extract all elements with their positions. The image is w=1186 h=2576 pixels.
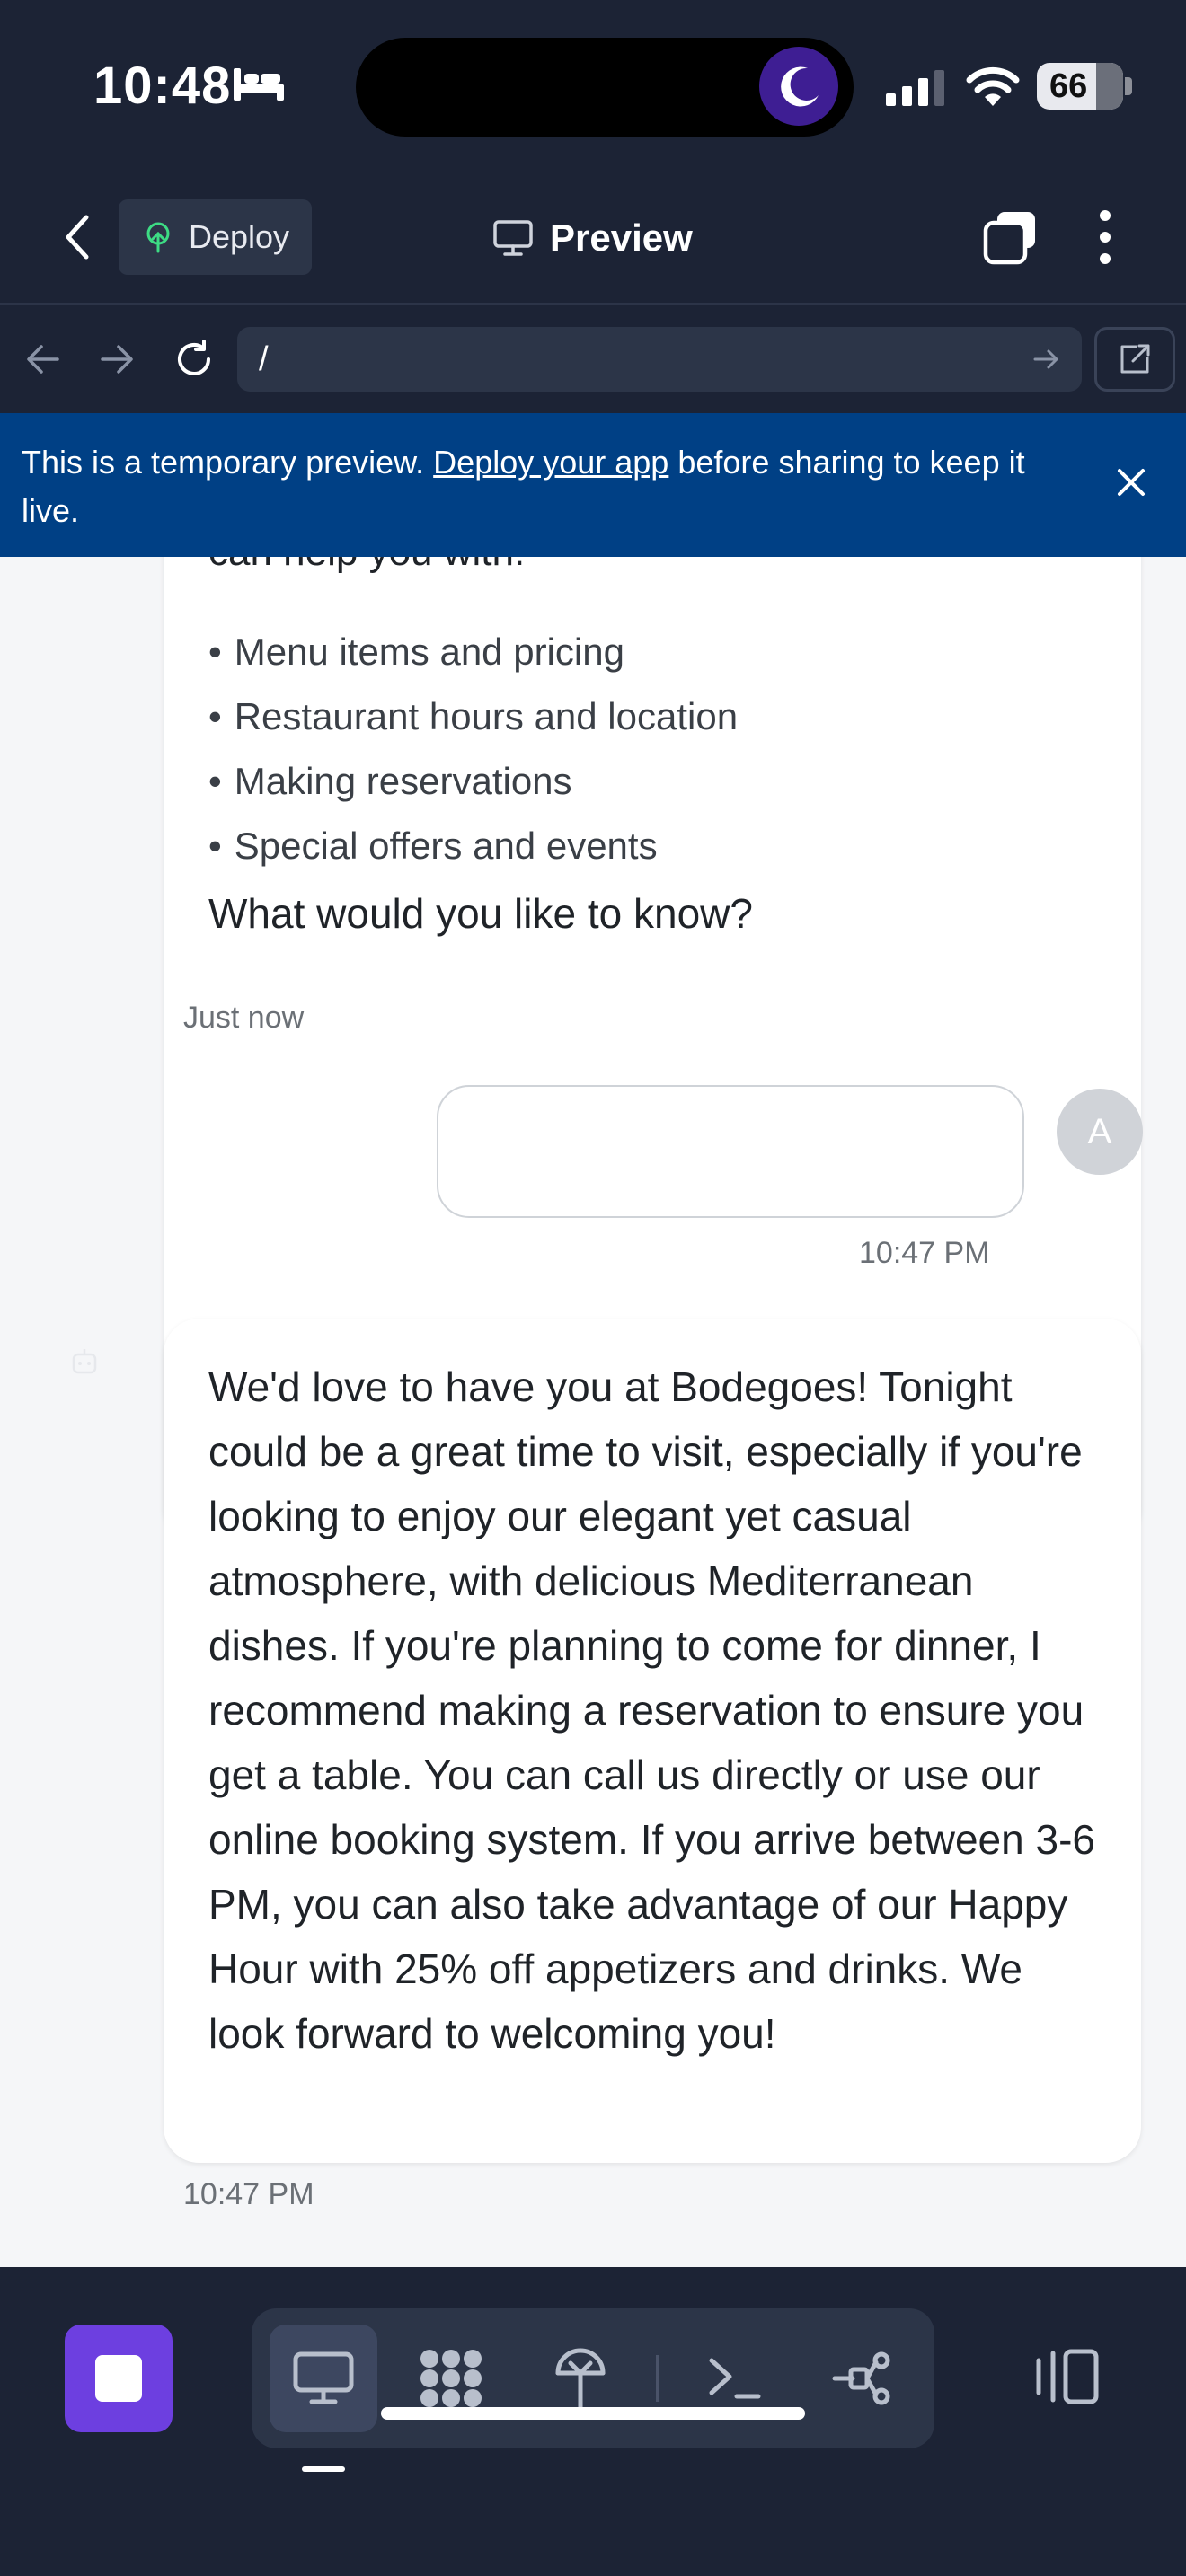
deploy-icon (146, 222, 170, 253)
reload-icon (178, 340, 210, 375)
deploy-button[interactable]: Deploy (119, 199, 312, 275)
go-arrow-icon[interactable] (1026, 340, 1066, 379)
split-pane-icon[interactable] (1031, 2341, 1103, 2413)
cellular-signal-icon (886, 70, 944, 106)
stop-button[interactable] (65, 2325, 173, 2432)
arrow-right-icon (101, 345, 133, 374)
browser-forward-button[interactable] (90, 332, 144, 386)
git-branch-icon (832, 2351, 890, 2405)
message-timestamp: Just now (183, 1001, 305, 1035)
bot-icon (72, 1349, 97, 1374)
list-item: Making reservations (208, 749, 738, 814)
active-tab-indicator (302, 2466, 345, 2472)
bed-icon (234, 68, 284, 101)
kebab-dot (1100, 253, 1111, 264)
message-timestamp: 10:47 PM (859, 1236, 990, 1270)
deploy-app-link[interactable]: Deploy your app (433, 444, 668, 481)
bot-reply-text: We'd love to have you at Bodegoes! Tonig… (208, 1363, 1095, 2057)
battery-indicator: 66 (1037, 63, 1123, 110)
list-item: Restaurant hours and location (208, 684, 738, 749)
avatar: A (1057, 1089, 1143, 1175)
battery-level: 66 (1049, 66, 1088, 105)
monitor-icon (293, 2351, 354, 2404)
close-icon[interactable] (1109, 460, 1154, 505)
url-bar: / (0, 305, 1186, 413)
bot-help-list: Menu items and pricing Restaurant hours … (208, 620, 738, 878)
moon-icon (759, 47, 838, 126)
browser-back-button[interactable] (16, 332, 70, 386)
deploy-label: Deploy (189, 218, 290, 255)
grid-blob-icon (420, 2350, 482, 2407)
wifi-icon (966, 66, 1020, 106)
deploy-icon (555, 2348, 606, 2410)
tabs-icon[interactable] (981, 208, 1039, 266)
back-button[interactable] (52, 208, 102, 266)
monitor-icon (493, 220, 533, 256)
preview-title: Preview (492, 207, 693, 269)
chevron-left-icon (66, 215, 89, 260)
bot-question: What would you like to know? (208, 890, 753, 937)
tool-separator (656, 2355, 659, 2402)
page-title: Preview (550, 216, 693, 259)
temporary-preview-banner: This is a temporary preview. Deploy your… (0, 413, 1186, 557)
home-indicator[interactable] (381, 2407, 805, 2420)
list-item: Special offers and events (208, 814, 738, 878)
url-path: / (259, 340, 269, 378)
tool-tabs (252, 2308, 934, 2448)
battery-cap (1125, 77, 1132, 95)
chat-area[interactable]: can help you with: Menu items and pricin… (0, 557, 1186, 2267)
kebab-dot (1100, 210, 1111, 221)
url-input[interactable]: / (237, 327, 1082, 392)
bottom-toolbar (0, 2267, 1186, 2576)
tab-git[interactable] (809, 2325, 916, 2432)
status-time: 10:48 (93, 57, 232, 115)
top-navigation: Deploy Preview (0, 171, 1186, 305)
bot-message-partial: can help you with: (208, 557, 525, 575)
terminal-icon (709, 2358, 761, 2399)
arrow-left-icon (27, 345, 59, 374)
kebab-dot (1100, 232, 1111, 243)
open-external-button[interactable] (1094, 327, 1175, 392)
status-bar: 10:48 66 (0, 0, 1186, 171)
reload-button[interactable] (167, 332, 221, 386)
user-message-bubble (437, 1085, 1024, 1218)
list-item: Menu items and pricing (208, 620, 738, 684)
more-options-button[interactable] (1087, 205, 1123, 269)
external-link-icon (1120, 344, 1150, 374)
tab-preview[interactable] (270, 2325, 377, 2432)
stop-icon (95, 2355, 142, 2402)
message-timestamp: 10:47 PM (183, 2177, 314, 2211)
banner-text-before: This is a temporary preview. (22, 444, 425, 481)
